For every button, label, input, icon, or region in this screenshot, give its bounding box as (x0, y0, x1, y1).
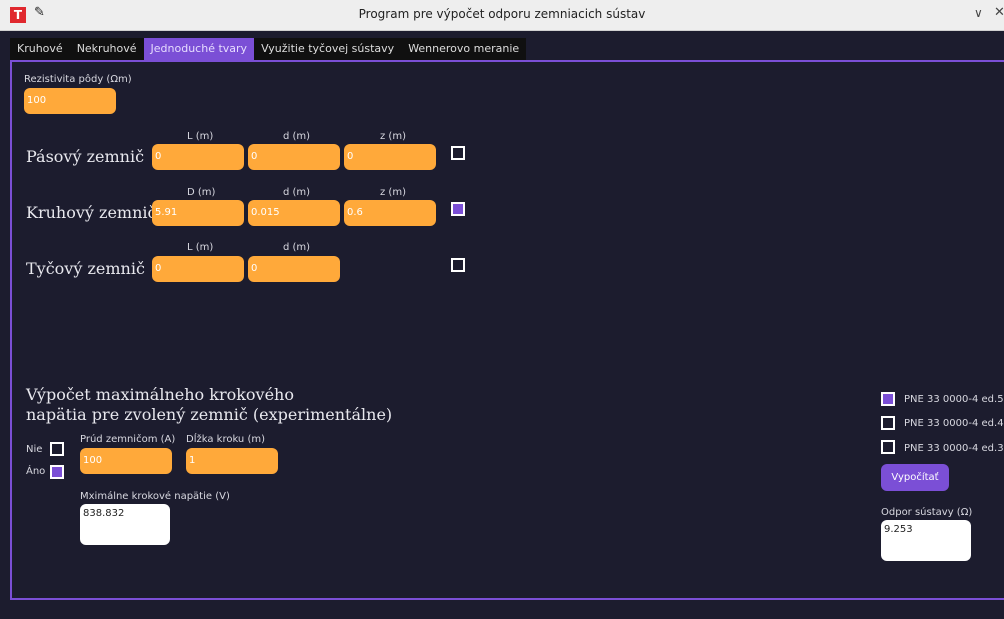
rod-d-input[interactable]: 0 (248, 256, 340, 282)
step-heading-line2: napätia pre zvolený zemnič (experimentál… (26, 405, 393, 424)
nie-label: Nie (26, 444, 43, 455)
standard-ed5-label: PNE 33 0000-4 ed.5 (904, 394, 1004, 405)
ring-d-input[interactable]: 0.015 (248, 200, 340, 226)
ring-electrode-title: Kruhový zemnič (26, 203, 157, 222)
step-heading-line1: Výpočet maximálneho krokového (26, 385, 294, 404)
ring-checkbox[interactable] (451, 202, 465, 216)
minimize-icon[interactable]: ∨ (974, 6, 983, 20)
standard-ed3-checkbox[interactable] (881, 440, 895, 454)
ring-z-label: z (m) (380, 187, 406, 198)
resistivity-label: Rezistivita pôdy (Ωm) (24, 74, 132, 85)
main-panel: Rezistivita pôdy (Ωm) 100 L (m) d (m) z … (10, 60, 1004, 600)
standard-ed3-label: PNE 33 0000-4 ed.3 (904, 443, 1004, 454)
step-length-input[interactable]: 1 (186, 448, 278, 474)
strip-z-input[interactable]: 0 (344, 144, 436, 170)
ring-d-label: d (m) (283, 187, 311, 198)
title-bar: T ✎ Program pre výpočet odporu zemniacic… (0, 0, 1004, 31)
strip-l-label: L (m) (187, 131, 214, 142)
standard-ed5-checkbox[interactable] (881, 392, 895, 406)
window-title: Program pre výpočet odporu zemniacich sú… (358, 7, 646, 21)
strip-electrode-title: Pásový zemnič (26, 147, 145, 166)
result-label: Odpor sústavy (Ω) (881, 507, 973, 518)
rod-electrode-title: Tyčový zemnič (26, 259, 145, 278)
tab-kruhove[interactable]: Kruhové (10, 38, 70, 60)
ano-label: Áno (26, 466, 46, 477)
rod-l-label: L (m) (187, 242, 214, 253)
strip-z-label: z (m) (380, 131, 406, 142)
rod-l-input[interactable]: 0 (152, 256, 244, 282)
max-step-voltage-output: 838.832 (80, 504, 170, 545)
current-label: Prúd zemničom (A) (80, 434, 176, 445)
ring-D-input[interactable]: 5.91 (152, 200, 244, 226)
calculate-button[interactable]: Vypočítať (881, 464, 949, 491)
strip-d-input[interactable]: 0 (248, 144, 340, 170)
resistivity-input[interactable]: 100 (24, 88, 116, 114)
rod-d-label: d (m) (283, 242, 311, 253)
ring-z-input[interactable]: 0.6 (344, 200, 436, 226)
tab-vyuzitie-tycovej-sustavy[interactable]: Využitie tyčovej sústavy (254, 38, 401, 60)
tab-jednoduche-tvary[interactable]: Jednoduché tvary (143, 38, 255, 60)
max-step-voltage-label: Mximálne krokové napätie (V) (80, 491, 230, 502)
tab-bar: Kruhové Nekruhové Jednoduché tvary Využi… (10, 38, 527, 60)
ring-D-label: D (m) (187, 187, 216, 198)
standard-ed4-label: PNE 33 0000-4 ed.4 (904, 418, 1004, 429)
strip-d-label: d (m) (283, 131, 311, 142)
strip-checkbox[interactable] (451, 146, 465, 160)
rod-checkbox[interactable] (451, 258, 465, 272)
tab-nekruhove[interactable]: Nekruhové (70, 38, 144, 60)
step-length-label: Dĺžka kroku (m) (186, 434, 265, 445)
current-input[interactable]: 100 (80, 448, 172, 474)
ano-checkbox[interactable] (50, 465, 64, 479)
result-output: 9.253 (881, 520, 971, 561)
standard-ed4-checkbox[interactable] (881, 416, 895, 430)
close-icon[interactable]: ✕ (994, 5, 1004, 20)
nie-checkbox[interactable] (50, 442, 64, 456)
tab-wennerovo-meranie[interactable]: Wennerovo meranie (401, 38, 526, 60)
strip-l-input[interactable]: 0 (152, 144, 244, 170)
